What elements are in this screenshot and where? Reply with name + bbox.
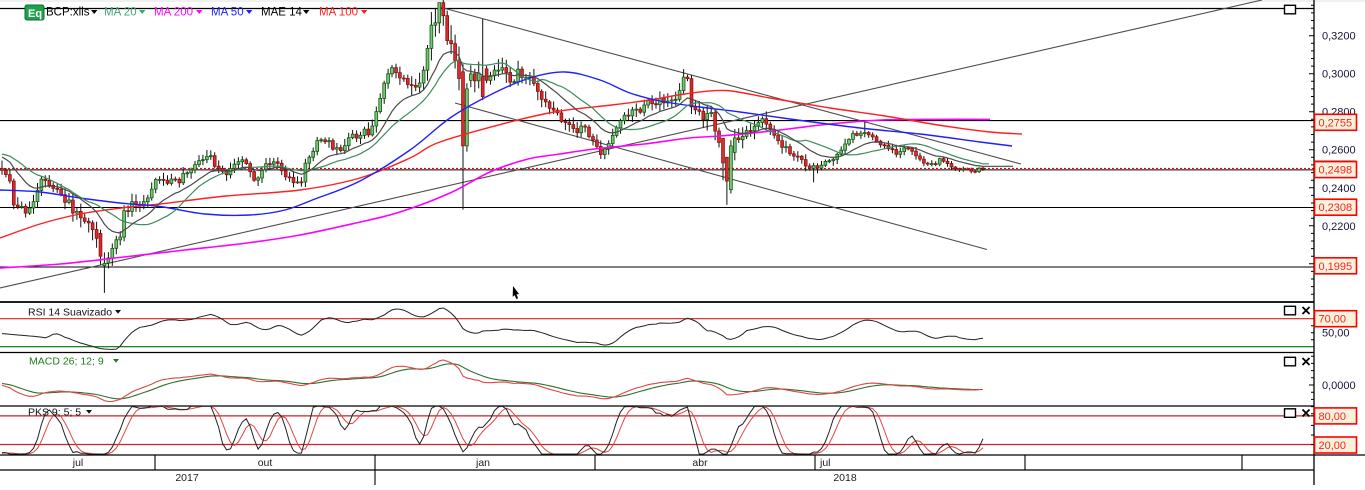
svg-text:0,2498: 0,2498 xyxy=(1319,165,1353,177)
svg-text:0,2755: 0,2755 xyxy=(1319,117,1353,129)
svg-text:RSI 14 Suavizado: RSI 14 Suavizado xyxy=(28,307,112,319)
svg-text:0,2600: 0,2600 xyxy=(1322,145,1356,157)
svg-text:0,1995: 0,1995 xyxy=(1319,261,1353,273)
svg-text:0,2308: 0,2308 xyxy=(1319,202,1353,214)
svg-text:0,3000: 0,3000 xyxy=(1322,69,1356,81)
svg-text:2017: 2017 xyxy=(175,472,199,484)
svg-text:20,00: 20,00 xyxy=(1319,440,1347,452)
svg-text:MA 20: MA 20 xyxy=(104,7,137,19)
svg-text:2018: 2018 xyxy=(833,472,857,484)
svg-text:80,00: 80,00 xyxy=(1319,411,1347,423)
svg-text:jul: jul xyxy=(72,457,84,469)
svg-text:Eq: Eq xyxy=(28,8,42,20)
svg-text:jan: jan xyxy=(475,457,490,469)
svg-text:0,2400: 0,2400 xyxy=(1322,183,1356,195)
svg-text:MACD 26; 12; 9: MACD 26; 12; 9 xyxy=(29,356,104,368)
svg-text:0,0000: 0,0000 xyxy=(1322,380,1356,392)
svg-text:MA 200: MA 200 xyxy=(154,7,193,19)
svg-text:MA 100: MA 100 xyxy=(319,7,358,19)
svg-text:jul: jul xyxy=(819,457,831,469)
svg-text:abr: abr xyxy=(692,457,708,469)
svg-text:PKS 9; 5; 5: PKS 9; 5; 5 xyxy=(28,407,81,419)
svg-text:50,00: 50,00 xyxy=(1322,328,1350,340)
svg-text:0,2200: 0,2200 xyxy=(1322,221,1356,233)
svg-text:out: out xyxy=(258,457,273,469)
svg-text:BCP:xlls: BCP:xlls xyxy=(46,7,90,19)
svg-text:70,00: 70,00 xyxy=(1319,314,1347,326)
svg-text:MAE 14: MAE 14 xyxy=(261,7,303,19)
svg-text:0,3200: 0,3200 xyxy=(1322,31,1356,43)
svg-text:MA 50: MA 50 xyxy=(211,7,244,19)
